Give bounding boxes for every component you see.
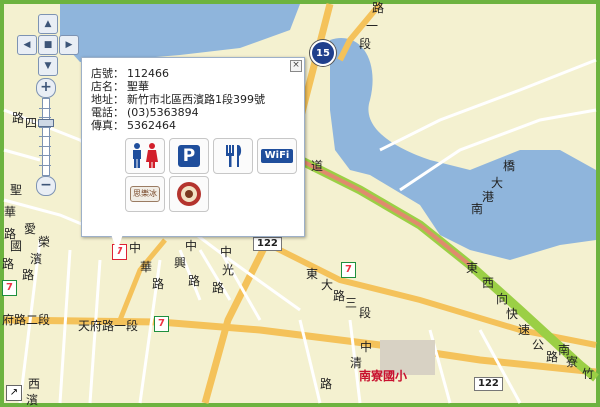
road-label: 港: [482, 190, 495, 204]
road-label: 公: [532, 338, 545, 352]
expand-map-icon[interactable]: ↗: [6, 385, 22, 401]
road-label: 三: [345, 296, 358, 310]
road-label: 向: [496, 292, 509, 306]
phone-label: 電話：: [91, 106, 124, 119]
road-label: 興: [174, 256, 187, 270]
wifi-label: WiFi: [261, 149, 293, 163]
highway-15-shield: 15: [310, 40, 336, 66]
phone-row: 電話： (03)5363894: [91, 106, 199, 119]
road-label: 東: [466, 261, 479, 275]
store-id-value: 112466: [127, 67, 169, 80]
road-label: 路: [546, 350, 559, 364]
road-label: 段: [359, 306, 372, 320]
road-label: 府路二段: [2, 313, 51, 327]
store-info-popup: × 店號： 112466 店名： 聖華 地址： 新竹市北區西濱路1段399號 電話：(…: [81, 57, 305, 237]
road-label: 大: [491, 176, 504, 190]
road-label: 濱: [30, 252, 43, 266]
pan-center-button[interactable]: ■: [38, 35, 58, 55]
parking-label: P: [178, 145, 200, 167]
popup-pointer: [111, 234, 123, 252]
road-label: 路: [372, 1, 385, 15]
road-label: 光: [222, 263, 235, 277]
road-label: 路: [2, 257, 15, 271]
pan-left-button[interactable]: ◀: [17, 35, 37, 55]
close-icon[interactable]: ×: [290, 60, 302, 72]
address-label: 地址：: [91, 93, 124, 106]
store-name-label: 店名：: [91, 80, 124, 93]
road-label: 西: [28, 377, 41, 391]
road-label: 南: [471, 202, 484, 216]
zoom-tick: [39, 145, 51, 147]
pan-down-button[interactable]: ▼: [38, 56, 58, 76]
road-label: 路: [188, 274, 201, 288]
road-label: 中: [360, 340, 373, 354]
road-label: 國: [10, 239, 23, 253]
ice-shop-label: 思樂冰: [130, 186, 160, 202]
road-label: 華: [4, 205, 17, 219]
pan-control: ▲ ◀ ■ ▶ ▼: [17, 14, 79, 76]
road-label: 一: [366, 19, 379, 33]
map-view[interactable]: 15 122 122 7 7 7 7 路 一 段 路 四 聖 華 路 愛 國 路…: [0, 0, 600, 407]
road-label: 快: [506, 307, 519, 321]
road-label: 速: [518, 323, 531, 337]
zoom-tick: [39, 164, 51, 166]
wifi-icon: WiFi: [257, 138, 297, 174]
zoom-in-button[interactable]: +: [36, 78, 56, 98]
fax-value: 5362464: [127, 119, 176, 132]
phone-value: (03)5363894: [127, 106, 199, 119]
pan-right-button[interactable]: ▶: [59, 35, 79, 55]
store-name-value: 聖華: [127, 80, 149, 93]
store-name-row: 店名： 聖華: [91, 80, 149, 93]
pan-up-button[interactable]: ▲: [38, 14, 58, 34]
road-label: 濱: [26, 393, 39, 407]
store-marker-icon[interactable]: 7: [2, 280, 17, 296]
parking-icon: P: [169, 138, 209, 174]
road-label: 竹: [582, 367, 595, 381]
road-label: 路: [212, 281, 225, 295]
road-label: 橋: [503, 159, 516, 173]
zoom-out-button[interactable]: −: [36, 176, 56, 196]
road-label: 路: [152, 277, 165, 291]
road-label: 中: [129, 241, 142, 255]
zoom-tick: [39, 136, 51, 137]
zoom-slider-thumb[interactable]: [38, 119, 54, 128]
store-marker-icon[interactable]: 7: [341, 262, 356, 278]
fax-label: 傳真：: [91, 119, 124, 132]
road-label: 華: [140, 260, 153, 274]
road-label: 路: [333, 289, 346, 303]
road-label: 中: [185, 239, 198, 253]
road-label: 路: [320, 377, 333, 391]
address-row: 地址： 新竹市北區西濱路1段399號: [91, 93, 265, 106]
zoom-tick: [39, 155, 51, 156]
road-label: 愛: [24, 222, 37, 236]
route-shield: 122: [474, 377, 503, 391]
road-label: 寮: [566, 355, 579, 369]
ice-shop-icon: 思樂冰: [125, 176, 165, 212]
store-marker-icon[interactable]: 7: [154, 316, 169, 332]
road-label: 路: [22, 268, 35, 282]
dining-icon: [213, 138, 253, 174]
road-label: 西: [482, 276, 495, 290]
road-label: 路: [12, 111, 25, 125]
tianfu-road-label: 天府路一段: [78, 319, 139, 333]
road-label: 大: [321, 278, 334, 292]
road-label: 中: [220, 245, 233, 259]
fax-row: 傳真： 5362464: [91, 119, 176, 132]
road-label: 東: [306, 267, 319, 281]
road-label: 道: [311, 159, 324, 173]
zoom-tick: [39, 107, 51, 109]
road-label: 段: [359, 37, 372, 51]
store-id-label: 店號：: [91, 67, 124, 80]
restroom-icon: [125, 138, 165, 174]
address-value: 新竹市北區西濱路1段399號: [127, 93, 265, 106]
road-label: 榮: [38, 235, 51, 249]
zoom-tick: [39, 117, 51, 118]
school-label: 南寮國小: [359, 369, 408, 383]
road-label: 聖: [10, 183, 23, 197]
route-shield: 122: [253, 237, 282, 251]
coffee-icon: [169, 176, 209, 212]
store-id-row: 店號： 112466: [91, 67, 169, 80]
zoom-control: + −: [36, 78, 56, 196]
